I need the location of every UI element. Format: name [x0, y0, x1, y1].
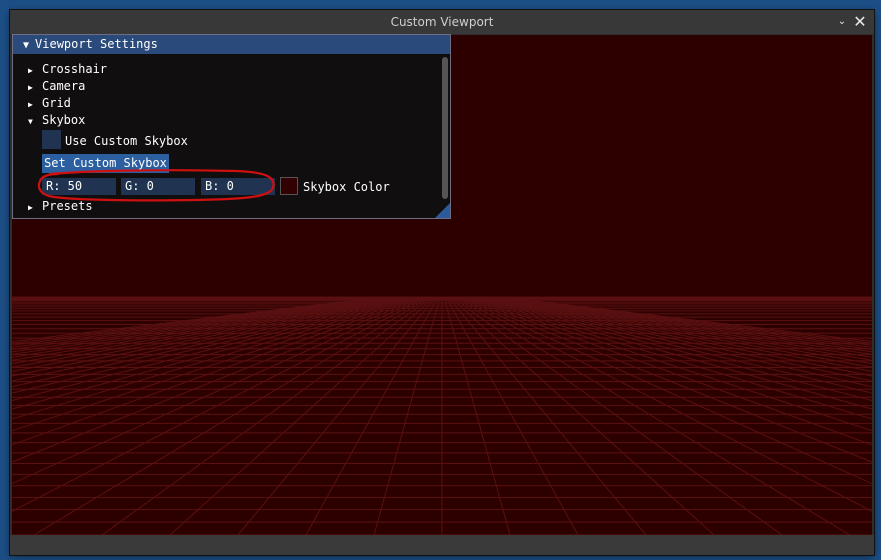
grid-line-radial — [457, 296, 872, 485]
tree-node-crosshair[interactable]: ▶ Crosshair — [28, 62, 107, 77]
skybox-color-label: Skybox Color — [303, 180, 390, 194]
grid-line-radial — [469, 296, 872, 402]
grid-line-radial — [443, 296, 511, 535]
tree-node-grid[interactable]: ▶ Grid — [28, 96, 71, 111]
grid-line-radial — [451, 296, 783, 535]
grid-line-radial — [493, 296, 872, 350]
grid-line-radial — [12, 296, 389, 348]
grid-line-radial — [12, 296, 403, 368]
tree-node-skybox[interactable]: ▼ Skybox — [28, 113, 85, 128]
tree-node-label: Grid — [42, 96, 71, 110]
skybox-g-field[interactable]: G: 0 — [121, 178, 195, 195]
expand-arrow-icon: ▶ — [28, 83, 33, 92]
expand-arrow-icon: ▶ — [28, 66, 33, 75]
scrollbar-thumb[interactable] — [442, 57, 448, 199]
grid-line-radial — [12, 296, 391, 350]
skybox-r-field[interactable]: R: 50 — [42, 178, 116, 195]
skybox-b-field[interactable]: B: 0 — [201, 178, 275, 195]
grid-line-radial — [479, 296, 872, 372]
grid-line-radial — [12, 296, 405, 372]
panel-scrollbar[interactable] — [441, 55, 449, 205]
use-custom-skybox-checkbox[interactable] — [42, 130, 61, 149]
panel-title-bar[interactable]: ▼ Viewport Settings — [13, 35, 450, 54]
grid-line-radial — [12, 296, 429, 512]
panel-title: Viewport Settings — [35, 37, 158, 51]
grid-line-radial — [481, 296, 872, 368]
expand-arrow-icon: ▶ — [28, 100, 33, 109]
grid-line-radial — [169, 296, 435, 535]
grid-line-radial — [449, 296, 715, 535]
grid-line-radial — [12, 296, 415, 402]
grid-line-radial — [12, 296, 427, 485]
tree-node-label: Presets — [42, 199, 93, 213]
grid-line-radial — [101, 296, 433, 535]
tree-node-label: Skybox — [42, 113, 86, 127]
skybox-color-swatch[interactable] — [280, 177, 298, 195]
grid-line-radial — [305, 296, 439, 535]
grid-line-radial — [455, 296, 872, 512]
title-bar[interactable]: Custom Viewport ⌄ ✕ — [10, 10, 874, 34]
collapse-arrow-icon[interactable]: ▼ — [23, 40, 29, 51]
status-bar — [10, 535, 874, 555]
close-icon[interactable]: ✕ — [852, 10, 868, 34]
grid-line-radial — [497, 296, 872, 346]
grid-line-radial — [12, 296, 387, 346]
resize-grip-icon[interactable] — [435, 203, 450, 218]
grid-line-radial — [12, 296, 411, 388]
grid-line-radial — [495, 296, 872, 348]
set-custom-skybox-button[interactable]: Set Custom Skybox — [42, 154, 169, 173]
grid-line-radial — [373, 296, 441, 535]
chevron-down-icon[interactable]: ⌄ — [834, 10, 850, 34]
tree-node-camera[interactable]: ▶ Camera — [28, 79, 85, 94]
expand-arrow-icon: ▶ — [28, 203, 33, 212]
collapse-arrow-icon: ▼ — [28, 117, 33, 126]
viewport-settings-panel: ▼ Viewport Settings ▶ Crosshair ▶ Camera ▶ G… — [12, 34, 451, 219]
tree-node-label: Camera — [42, 79, 86, 93]
grid-line-radial — [473, 296, 872, 388]
tree-node-presets[interactable]: ▶ Presets — [28, 199, 93, 214]
tree-node-label: Crosshair — [42, 62, 108, 76]
use-custom-skybox-label: Use Custom Skybox — [65, 134, 188, 148]
grid-line-radial — [471, 296, 872, 394]
grid-line-radial — [445, 296, 579, 535]
grid-line-radial — [12, 296, 413, 394]
window-title: Custom Viewport — [390, 15, 494, 29]
